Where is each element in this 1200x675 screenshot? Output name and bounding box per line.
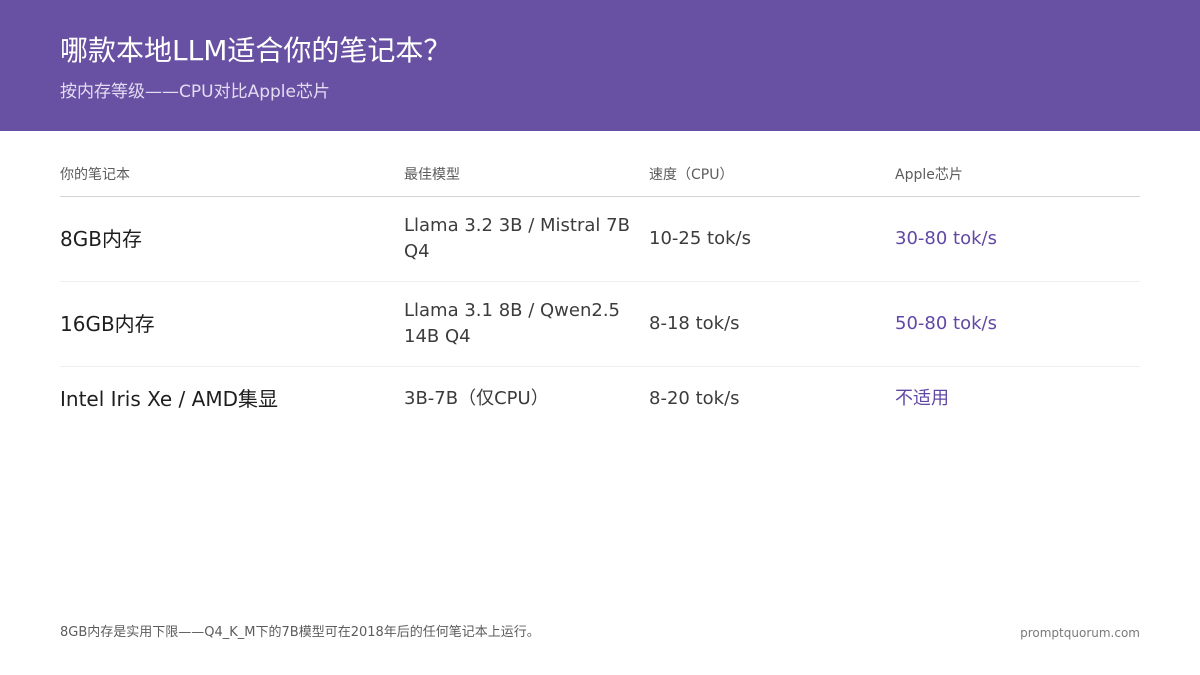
model-cell: Llama 3.1 8B / Qwen2.5 14B Q4 xyxy=(404,300,620,347)
page-subtitle: 按内存等级——CPU对比Apple芯片 xyxy=(60,82,330,102)
apple-speed-cell: 50-80 tok/s xyxy=(895,313,997,334)
cpu-speed-cell: 10-25 tok/s xyxy=(649,228,751,249)
model-cell: 3B-7B（仅CPU） xyxy=(404,388,549,409)
table-header: 你的笔记本 最佳模型 速度（CPU） Apple芯片 xyxy=(60,160,1140,197)
table-row: Intel Iris Xe / AMD集显 3B-7B（仅CPU） 8-20 t… xyxy=(60,367,1140,431)
page-title: 哪款本地LLM适合你的笔记本？ xyxy=(60,34,452,67)
column-header-laptop: 你的笔记本 xyxy=(60,167,130,183)
cpu-speed-cell: 8-18 tok/s xyxy=(649,313,740,334)
laptop-cell: 8GB内存 xyxy=(60,227,142,251)
table-row: 16GB内存 Llama 3.1 8B / Qwen2.5 14B Q4 8-1… xyxy=(60,282,1140,367)
laptop-cell: Intel Iris Xe / AMD集显 xyxy=(60,387,278,411)
table-row: 8GB内存 Llama 3.2 3B / Mistral 7B Q4 10-25… xyxy=(60,197,1140,282)
cpu-speed-cell: 8-20 tok/s xyxy=(649,388,740,409)
header-banner: 哪款本地LLM适合你的笔记本？ 按内存等级——CPU对比Apple芯片 xyxy=(0,0,1200,131)
apple-speed-cell: 不适用 xyxy=(895,388,949,409)
column-header-model: 最佳模型 xyxy=(404,167,460,183)
apple-speed-cell: 30-80 tok/s xyxy=(895,228,997,249)
comparison-table: 你的笔记本 最佳模型 速度（CPU） Apple芯片 8GB内存 Llama 3… xyxy=(60,160,1140,431)
footnote: 8GB内存是实用下限——Q4_K_M下的7B模型可在2018年后的任何笔记本上运… xyxy=(60,625,540,640)
laptop-cell: 16GB内存 xyxy=(60,312,155,336)
model-cell: Llama 3.2 3B / Mistral 7B Q4 xyxy=(404,215,630,262)
column-header-apple-speed: Apple芯片 xyxy=(895,167,963,183)
site-url: promptquorum.com xyxy=(1020,626,1140,640)
column-header-cpu-speed: 速度（CPU） xyxy=(649,167,734,183)
